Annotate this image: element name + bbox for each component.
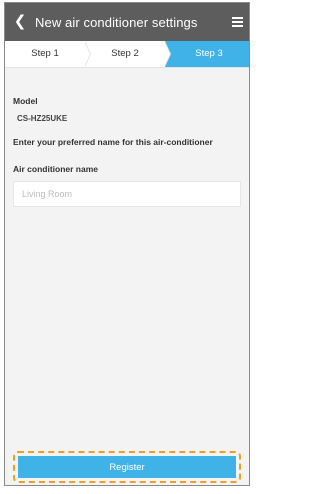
name-instruction: Enter your preferred name for this air-c… — [13, 137, 213, 147]
step-2: Step 2 — [85, 41, 171, 67]
air-conditioner-name-input[interactable] — [13, 181, 241, 207]
register-button[interactable]: Register — [18, 456, 236, 478]
page-title: New air conditioner settings — [35, 14, 198, 30]
step-progress: Step 1 Step 2 Step 3 — [5, 41, 249, 68]
settings-form: Model CS-HZ25UKE Enter your preferred na… — [5, 96, 249, 207]
model-label: Model — [13, 96, 38, 106]
hamburger-menu-icon[interactable] — [232, 17, 243, 27]
app-screen: ❮ New air conditioner settings Step 1 St… — [4, 2, 250, 486]
register-highlight: Register — [13, 451, 241, 483]
step-1: Step 1 — [5, 41, 91, 67]
name-field-label: Air conditioner name — [13, 164, 99, 174]
header-bar: ❮ New air conditioner settings — [5, 3, 249, 41]
model-value: CS-HZ25UKE — [17, 114, 68, 123]
step-3: Step 3 — [165, 41, 249, 67]
chevron-left-icon[interactable]: ❮ — [5, 3, 35, 41]
